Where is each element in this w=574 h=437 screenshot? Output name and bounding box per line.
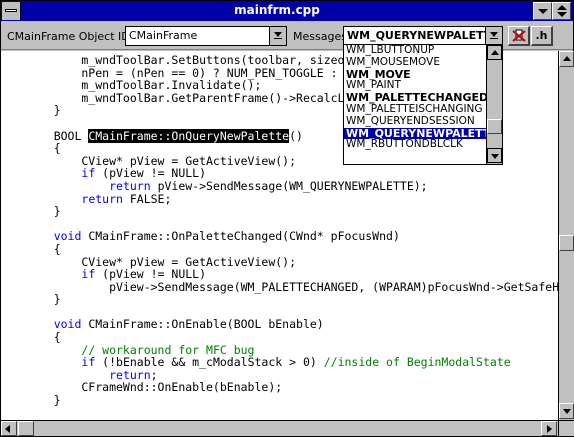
dropdown-scroll-thumb[interactable] <box>487 119 502 134</box>
title-bar[interactable]: mainfrm.cpp <box>1 1 573 21</box>
code-token: pView->SendMessage(WM_QUERYNEWPALETTE); <box>150 178 428 193</box>
goto-header-button[interactable]: .h <box>531 26 553 46</box>
size-grip[interactable] <box>558 420 574 436</box>
code-line[interactable]: pView->SendMessage(WM_PALETTECHANGED, (W… <box>26 279 558 294</box>
vertical-scrollbar[interactable] <box>558 51 574 420</box>
code-token: () <box>289 128 303 143</box>
minimize-icon <box>538 9 548 14</box>
message-list-item[interactable]: WM_MOUSEMOVE <box>344 57 486 69</box>
code-line[interactable]: return FALSE; <box>26 191 558 206</box>
message-list-item[interactable]: WM_PALETTEISCHANGING <box>344 104 486 116</box>
maximize-icon <box>557 5 567 10</box>
minimize-button[interactable] <box>533 2 552 20</box>
scroll-left-button[interactable] <box>1 421 17 436</box>
messages-list-items: WM_LBUTTONUP WM_MOUSEMOVE WM_MOVE WM_PAINT W… <box>344 45 502 151</box>
message-list-item[interactable]: WM_LBUTTONUP <box>344 45 486 57</box>
code-token: CMainFrame::OnPaletteChanged(CWnd* pFocu… <box>81 229 400 244</box>
message-list-item[interactable]: WM_PAINT <box>344 80 486 92</box>
right-arrow-icon <box>547 425 552 433</box>
code-line[interactable]: void CMainFrame::OnPaletteChanged(CWnd* … <box>26 230 558 243</box>
class-combo[interactable]: CMainFrame <box>125 26 287 46</box>
code-line[interactable]: } <box>26 205 558 218</box>
system-menu-icon <box>5 9 17 12</box>
window-title: mainfrm.cpp <box>234 3 320 17</box>
code-line[interactable]: } <box>26 394 558 407</box>
message-list-item[interactable]: WM_RBUTTONDBLCLK <box>344 139 486 151</box>
up-arrow-icon <box>563 56 571 61</box>
dropdown-scrollbar[interactable] <box>486 45 502 164</box>
message-list-item[interactable]: WM_MOVE <box>344 69 486 81</box>
maximize-button[interactable] <box>552 2 571 20</box>
horizontal-scroll-thumb[interactable] <box>18 421 34 436</box>
messages-combo-arrow[interactable] <box>485 27 502 45</box>
scroll-right-button[interactable] <box>541 421 557 436</box>
restore-icon <box>557 12 567 17</box>
left-arrow-icon <box>5 425 10 433</box>
code-line[interactable]: void CMainFrame::OnEnable(BOOL bEnable) <box>26 318 558 331</box>
messages-combo-value: WM_QUERYNEWPALETTE <box>347 29 485 42</box>
messages-dropdown-list[interactable]: WM_LBUTTONUP WM_MOUSEMOVE WM_MOVE WM_PAINT W… <box>343 44 503 165</box>
messages-label: Messages <box>293 30 347 43</box>
code-token: } <box>26 204 61 219</box>
code-line[interactable]: CFrameWnd::OnEnable(bEnable); <box>26 381 558 394</box>
code-token: FALSE; <box>122 191 172 206</box>
scroll-down-button[interactable] <box>559 403 574 419</box>
chevron-down-icon <box>490 32 498 37</box>
message-list-item[interactable]: WM_QUERYENDSESSION <box>344 116 486 128</box>
class-combo-value: CMainFrame <box>129 29 198 42</box>
message-list-item[interactable]: WM_PALETTECHANGED <box>344 92 486 104</box>
code-token: } <box>26 103 61 118</box>
class-combo-arrow[interactable] <box>269 27 286 45</box>
code-token: } <box>26 292 61 307</box>
up-arrow-icon <box>491 50 499 55</box>
message-list-item[interactable]: WM_QUERYNEWPALETTE <box>344 127 486 140</box>
vertical-scroll-thumb[interactable] <box>559 235 574 251</box>
down-arrow-icon <box>491 154 499 159</box>
code-token: CMainFrame::OnEnable(BOOL bEnable) <box>81 317 324 332</box>
class-label: CMainFrame Object IDs <box>7 30 136 43</box>
dropdown-scroll-up-button[interactable] <box>487 45 502 60</box>
system-menu-button[interactable] <box>2 2 21 20</box>
code-comment: //inside of BeginModalState <box>323 355 511 370</box>
code-selection: CMainFrame::OnQueryNewPalette <box>88 128 290 143</box>
code-token: pView->SendMessage(WM_PALETTECHANGED, (W… <box>26 279 558 294</box>
delete-handler-icon <box>511 29 526 42</box>
horizontal-scrollbar[interactable] <box>1 420 558 436</box>
messages-combo[interactable]: WM_QUERYNEWPALETTE <box>343 26 503 46</box>
code-line[interactable]: } <box>26 293 558 306</box>
delete-handler-button[interactable] <box>508 26 530 46</box>
scroll-up-button[interactable] <box>559 51 574 67</box>
editor-window: mainfrm.cpp CMainFrame Object IDs CMainF… <box>0 0 574 437</box>
code-token: } <box>26 393 61 408</box>
down-arrow-icon <box>563 409 571 414</box>
chevron-down-icon <box>274 32 282 37</box>
code-token: CFrameWnd::OnEnable(bEnable); <box>26 380 283 395</box>
code-keyword: return <box>81 191 123 206</box>
dropdown-scroll-down-button[interactable] <box>487 148 502 163</box>
